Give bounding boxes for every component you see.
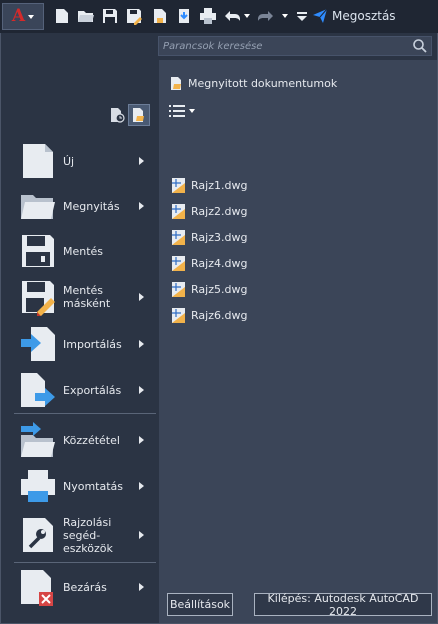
application-menu: Új Megnyitás Mentés Mentés másként Impor…: [0, 33, 438, 624]
open-folder-icon: [21, 195, 55, 219]
menu-item-label: Közzététel: [63, 433, 120, 447]
dwg-file-icon: [172, 230, 185, 245]
new-icon[interactable]: [52, 6, 72, 26]
menu-item-publish[interactable]: Közzététel: [14, 417, 156, 463]
recent-documents-icon: [111, 108, 125, 123]
chevron-right-icon: [139, 293, 144, 301]
document-name: Rajz5.dwg: [191, 283, 248, 296]
chevron-down-icon: [189, 109, 195, 113]
import-icon: [21, 327, 55, 361]
document-item[interactable]: Rajz3.dwg: [171, 229, 247, 246]
menu-item-open[interactable]: Megnyitás: [14, 185, 156, 227]
menu-item-new[interactable]: Új: [14, 140, 156, 182]
dwg-file-icon: [172, 256, 185, 271]
list-view-icon: [169, 105, 185, 117]
view-options-button[interactable]: [169, 105, 195, 117]
search-input[interactable]: [163, 40, 412, 52]
chevron-down-icon: [28, 14, 35, 19]
redo-dropdown-icon[interactable]: [282, 14, 288, 18]
menu-item-label: Mentés: [63, 244, 104, 258]
open-documents-toggle[interactable]: [128, 104, 150, 126]
application-menu-button[interactable]: A: [2, 3, 44, 30]
quick-access-toolbar: A Megosztás: [0, 0, 438, 33]
panel-header: [1, 33, 437, 59]
chevron-right-icon: [139, 482, 144, 490]
undo-dropdown-icon[interactable]: [244, 14, 250, 18]
chevron-right-icon: [139, 583, 144, 591]
documents-header-label: Megnyitott dokumentumok: [188, 77, 338, 90]
document-item[interactable]: Rajz2.dwg: [171, 203, 247, 220]
open-from-web-icon[interactable]: [150, 6, 170, 26]
menu-item-label: Exportálás: [63, 383, 122, 397]
documents-header: Megnyitott dokumentumok: [169, 76, 337, 91]
options-button[interactable]: Beállítások: [167, 593, 233, 616]
redo-icon[interactable]: [256, 6, 276, 26]
menu-item-label: Importálás: [63, 337, 122, 351]
open-documents-icon: [171, 77, 181, 90]
menu-item-save[interactable]: Mentés: [14, 230, 156, 272]
menu-item-label: Mentés másként: [63, 284, 111, 310]
document-item[interactable]: Rajz4.dwg: [171, 255, 247, 272]
menu-item-save-as[interactable]: Mentés másként: [14, 274, 156, 320]
chevron-right-icon: [139, 202, 144, 210]
chevron-right-icon: [139, 340, 144, 348]
customize-toolbar-icon[interactable]: [292, 6, 312, 26]
dwg-file-icon: [172, 178, 185, 193]
save-icon: [22, 235, 54, 267]
close-file-icon: [21, 570, 53, 606]
dwg-file-icon: [172, 308, 185, 323]
menu-item-print[interactable]: Nyomtatás: [14, 464, 156, 508]
chevron-right-icon: [139, 157, 144, 165]
menu-item-drawing-utilities[interactable]: Rajzolási segéd- eszközök: [14, 510, 156, 560]
document-item[interactable]: Rajz6.dwg: [171, 307, 247, 324]
menu-item-label: Nyomtatás: [63, 479, 124, 493]
export-icon: [21, 373, 55, 407]
search-icon[interactable]: [412, 38, 428, 54]
open-documents-icon: [133, 108, 144, 122]
menu-item-export[interactable]: Exportálás: [14, 368, 156, 412]
document-name: Rajz6.dwg: [191, 309, 248, 322]
exit-autocad-button[interactable]: Kilépés: Autodesk AutoCAD 2022: [254, 592, 432, 618]
menu-separator: [14, 562, 156, 563]
command-search[interactable]: [158, 36, 432, 56]
menu-item-label: Bezárás: [63, 580, 107, 594]
document-name: Rajz3.dwg: [191, 231, 248, 244]
new-file-icon: [23, 144, 53, 178]
plot-icon[interactable]: [198, 6, 218, 26]
menu-separator: [14, 413, 156, 414]
share-icon: [313, 8, 328, 23]
share-button[interactable]: Megosztás: [312, 6, 396, 26]
drawing-utilities-icon: [23, 518, 53, 552]
document-name: Rajz1.dwg: [191, 179, 248, 192]
save-as-icon[interactable]: [124, 6, 144, 26]
menu-item-label: Új: [63, 154, 75, 168]
menu-item-import[interactable]: Importálás: [14, 322, 156, 366]
command-list: Új Megnyitás Mentés Mentés másként Impor…: [1, 60, 158, 623]
undo-icon[interactable]: [222, 6, 242, 26]
dwg-file-icon: [172, 282, 185, 297]
share-label: Megosztás: [332, 9, 396, 23]
chevron-right-icon: [139, 531, 144, 539]
document-name: Rajz2.dwg: [191, 205, 248, 218]
document-name: Rajz4.dwg: [191, 257, 248, 270]
menu-item-label: Rajzolási segéd- eszközök: [63, 515, 113, 555]
save-icon[interactable]: [100, 6, 120, 26]
print-icon: [21, 470, 55, 502]
chevron-right-icon: [139, 436, 144, 444]
menu-item-label: Megnyitás: [63, 199, 120, 213]
document-item[interactable]: Rajz5.dwg: [171, 281, 247, 298]
open-icon[interactable]: [76, 6, 96, 26]
save-as-icon: [22, 281, 55, 316]
dwg-file-icon: [172, 204, 185, 219]
autocad-logo: A: [11, 6, 26, 26]
save-to-web-icon[interactable]: [174, 6, 194, 26]
menu-item-close[interactable]: Bezárás: [14, 565, 156, 609]
recent-documents-toggle[interactable]: [106, 104, 128, 126]
chevron-right-icon: [139, 386, 144, 394]
publish-icon: [21, 422, 55, 457]
documents-panel: Megnyitott dokumentumok Rajz1.dwg Rajz2.…: [159, 60, 437, 623]
document-item[interactable]: Rajz1.dwg: [171, 177, 247, 194]
